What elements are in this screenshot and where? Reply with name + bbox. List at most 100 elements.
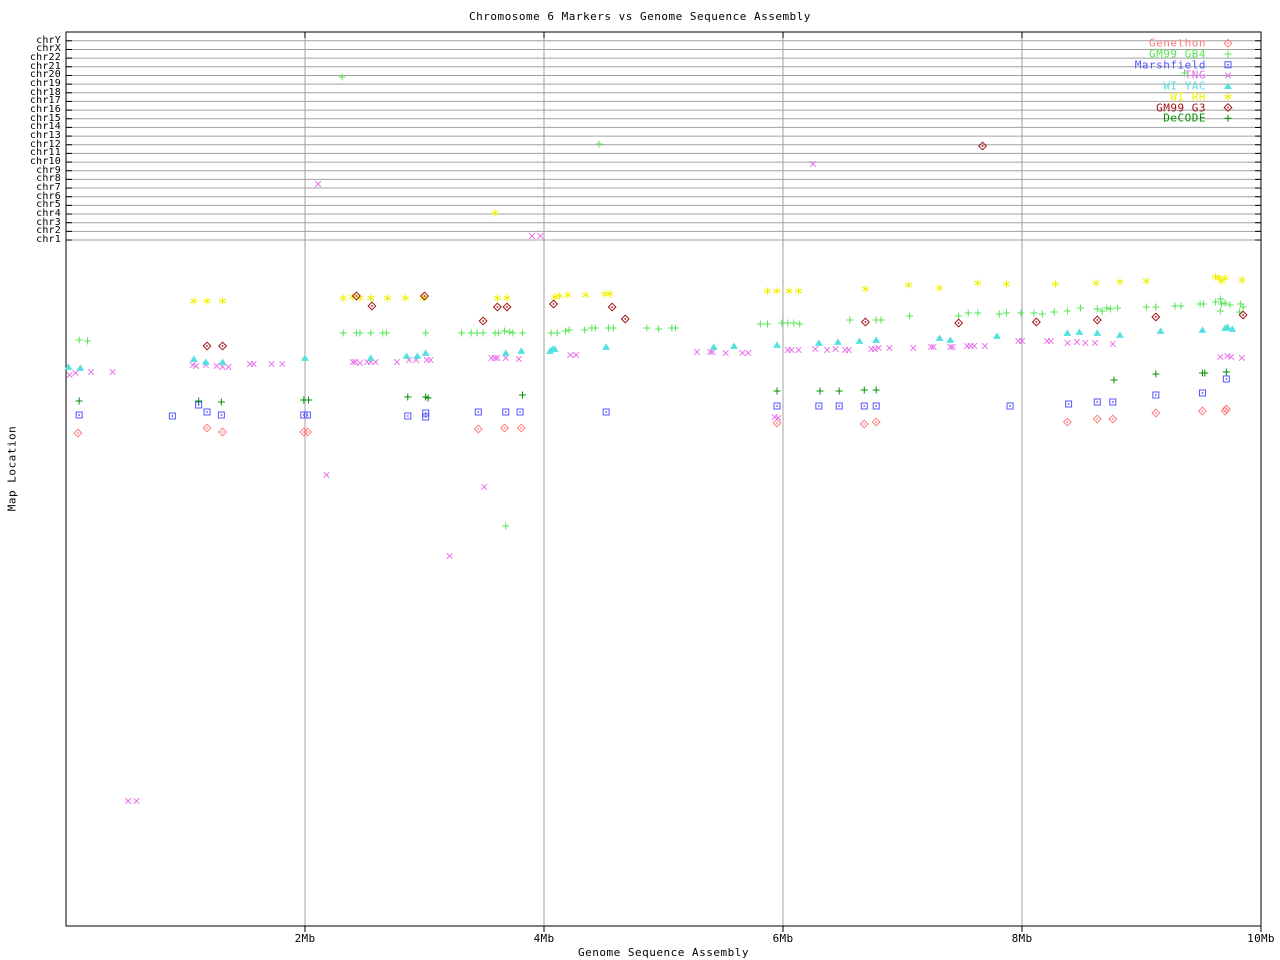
data-point [1152,303,1160,311]
data-point [1116,331,1124,338]
data-point [73,428,83,438]
data-point [1063,329,1072,336]
data-point [516,408,524,416]
data-point [202,341,212,351]
data-point [906,312,914,320]
data-point [1075,328,1084,335]
data-point [582,291,590,299]
data-point [75,336,83,344]
data-point [1073,338,1081,346]
data-point [562,327,570,335]
data-point [606,290,614,298]
chart-canvas: Chromosome 6 Markers vs Genome Sequence … [0,0,1280,960]
data-point [1116,278,1124,286]
data-point [338,73,346,81]
data-point [300,411,308,419]
data-point [1222,375,1230,383]
data-point [500,423,510,433]
data-point [501,349,510,356]
data-point [935,284,944,292]
data-point [772,418,782,428]
data-point [785,287,793,295]
data-point [935,334,944,341]
data-point [124,797,132,805]
data-point [1092,414,1102,424]
data-point [981,342,989,350]
data-point [643,324,651,332]
data-point [518,329,526,337]
data-point [565,326,573,334]
data-point [964,309,972,317]
series-wi-yac [64,323,1237,371]
data-point [314,180,322,188]
data-point [1152,391,1160,399]
data-point [76,364,85,371]
data-point [339,294,347,302]
data-point [501,327,509,335]
data-point [1177,302,1185,310]
data-point [1109,340,1116,348]
data-point [502,354,509,362]
data-point [1077,304,1085,312]
data-point [301,354,309,361]
data-point [722,349,729,357]
data-point [201,358,210,365]
data-point [1212,298,1220,306]
data-point [591,324,599,332]
data-point [509,329,517,337]
data-point [503,294,511,302]
data-point [478,316,488,326]
data-point [491,209,499,217]
data-point [1217,353,1224,361]
data-point [213,362,220,370]
data-point [796,320,804,328]
data-point [517,347,526,354]
data-point [195,397,203,405]
data-point [481,483,488,491]
data-point [1065,400,1073,408]
data-point [756,320,764,328]
data-point [1108,414,1118,424]
data-point [190,297,198,305]
x-tick-label-10Mb: 10Mb [1247,932,1275,945]
data-point [954,318,964,328]
data-point [773,387,781,395]
data-point [413,352,422,359]
data-point [763,287,772,295]
data-point [1156,327,1165,334]
data-point [133,797,140,805]
data-point [203,297,211,305]
data-point [745,349,752,357]
data-point [778,319,786,327]
data-point [835,402,843,410]
data-point [602,343,611,350]
data-point [904,281,913,289]
data-point [1238,276,1246,284]
data-point [495,329,503,337]
data-point [382,329,390,337]
data-point [218,427,228,437]
data-point [564,291,572,299]
data-point [225,363,232,371]
data-point [402,352,411,359]
x-tick-label-6Mb: 6Mb [772,932,794,945]
data-point [790,319,798,327]
data-point [620,314,630,324]
data-point [1222,368,1230,376]
data-point [356,329,364,337]
data-point [422,329,430,337]
plot-area [64,31,1262,932]
data-point [367,294,375,302]
y-axis-label: Map Location [5,425,19,512]
data-point [671,324,679,332]
data-point [1238,354,1246,362]
data-point [547,329,555,337]
data-point [75,397,83,405]
data-point [1106,305,1114,313]
data-point [366,354,375,361]
series-tng [66,160,1246,805]
data-point [422,413,430,421]
data-point [268,360,275,368]
data-point [1063,307,1071,315]
data-point [1051,280,1060,288]
